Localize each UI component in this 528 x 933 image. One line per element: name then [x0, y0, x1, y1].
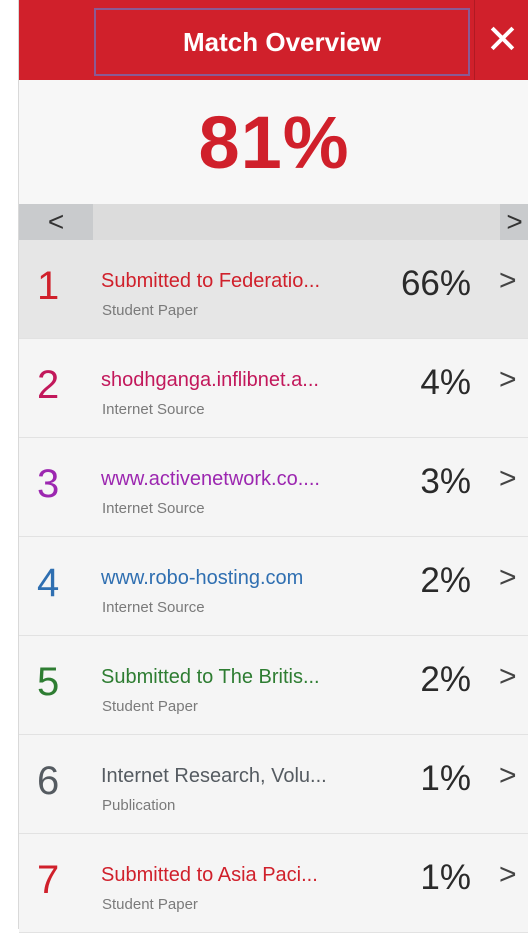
previous-match-button[interactable]: <	[19, 204, 93, 240]
chevron-right-icon[interactable]: >	[499, 660, 517, 694]
close-icon: ✕	[485, 18, 520, 62]
match-percent: 1%	[420, 759, 471, 798]
match-rank: 7	[37, 858, 60, 902]
match-source-type: Publication	[102, 797, 176, 814]
match-source-title[interactable]: Internet Research, Volu...	[101, 765, 327, 788]
match-rank: 6	[37, 759, 60, 803]
chevron-right-icon[interactable]: >	[499, 759, 517, 793]
match-overview-panel: Match Overview ✕ 81% < > 1 Submitted to F…	[18, 0, 528, 933]
match-percent: 66%	[400, 264, 471, 303]
chevron-right-icon[interactable]: >	[499, 264, 517, 298]
panel-title: Match Overview	[183, 26, 381, 57]
chevron-right-icon[interactable]: >	[499, 858, 517, 892]
match-row-7[interactable]: 7 Submitted to Asia Paci... Student Paper 1…	[19, 834, 528, 933]
match-percent: 2%	[420, 660, 471, 699]
match-source-type: Student Paper	[102, 896, 198, 913]
chevron-right-icon[interactable]: >	[499, 561, 517, 595]
match-source-title[interactable]: www.robo-hosting.com	[101, 567, 303, 590]
chevron-right-icon: >	[506, 206, 523, 237]
match-navigation: < >	[19, 204, 528, 240]
match-row-2[interactable]: 2 shodhganga.inflibnet.a... Internet Sourc…	[19, 339, 528, 438]
match-source-type: Student Paper	[102, 698, 198, 715]
match-source-title[interactable]: www.activenetwork.co....	[101, 468, 320, 491]
panel-header: Match Overview ✕	[19, 0, 528, 80]
match-source-title[interactable]: Submitted to Federatio...	[101, 270, 320, 293]
match-row-3[interactable]: 3 www.activenetwork.co.... Internet Source…	[19, 438, 528, 537]
next-match-button[interactable]: >	[500, 204, 528, 240]
match-source-title[interactable]: Submitted to Asia Paci...	[101, 864, 318, 887]
match-source-type: Internet Source	[102, 401, 205, 418]
match-overview-title-button[interactable]: Match Overview	[94, 8, 470, 76]
match-source-title[interactable]: Submitted to The Britis...	[101, 666, 320, 689]
match-rank: 5	[37, 660, 60, 704]
match-row-1[interactable]: 1 Submitted to Federatio... Student Paper 6…	[19, 240, 528, 339]
close-button[interactable]: ✕	[474, 0, 528, 80]
match-rank: 2	[37, 363, 60, 407]
match-source-title[interactable]: shodhganga.inflibnet.a...	[101, 369, 319, 392]
chevron-left-icon: <	[47, 206, 65, 237]
match-percent: 3%	[420, 462, 471, 501]
match-rank: 4	[37, 561, 60, 605]
overall-percent: 81%	[198, 100, 350, 184]
match-percent: 2%	[420, 561, 471, 600]
match-row-5[interactable]: 5 Submitted to The Britis... Student Paper…	[19, 636, 528, 735]
match-rank: 3	[37, 462, 60, 506]
match-source-type: Internet Source	[102, 599, 205, 616]
match-source-type: Internet Source	[102, 500, 205, 517]
match-source-type: Student Paper	[102, 302, 198, 319]
match-percent: 4%	[420, 363, 471, 402]
chevron-right-icon[interactable]: >	[499, 363, 517, 397]
match-rank: 1	[37, 264, 60, 308]
chevron-right-icon[interactable]: >	[499, 462, 517, 496]
match-row-4[interactable]: 4 www.robo-hosting.com Internet Source 2% >	[19, 537, 528, 636]
match-percent: 1%	[420, 858, 471, 897]
match-list: 1 Submitted to Federatio... Student Paper 6…	[19, 240, 528, 933]
overall-similarity: 81%	[19, 80, 528, 204]
match-row-6[interactable]: 6 Internet Research, Volu... Publication 1%…	[19, 735, 528, 834]
